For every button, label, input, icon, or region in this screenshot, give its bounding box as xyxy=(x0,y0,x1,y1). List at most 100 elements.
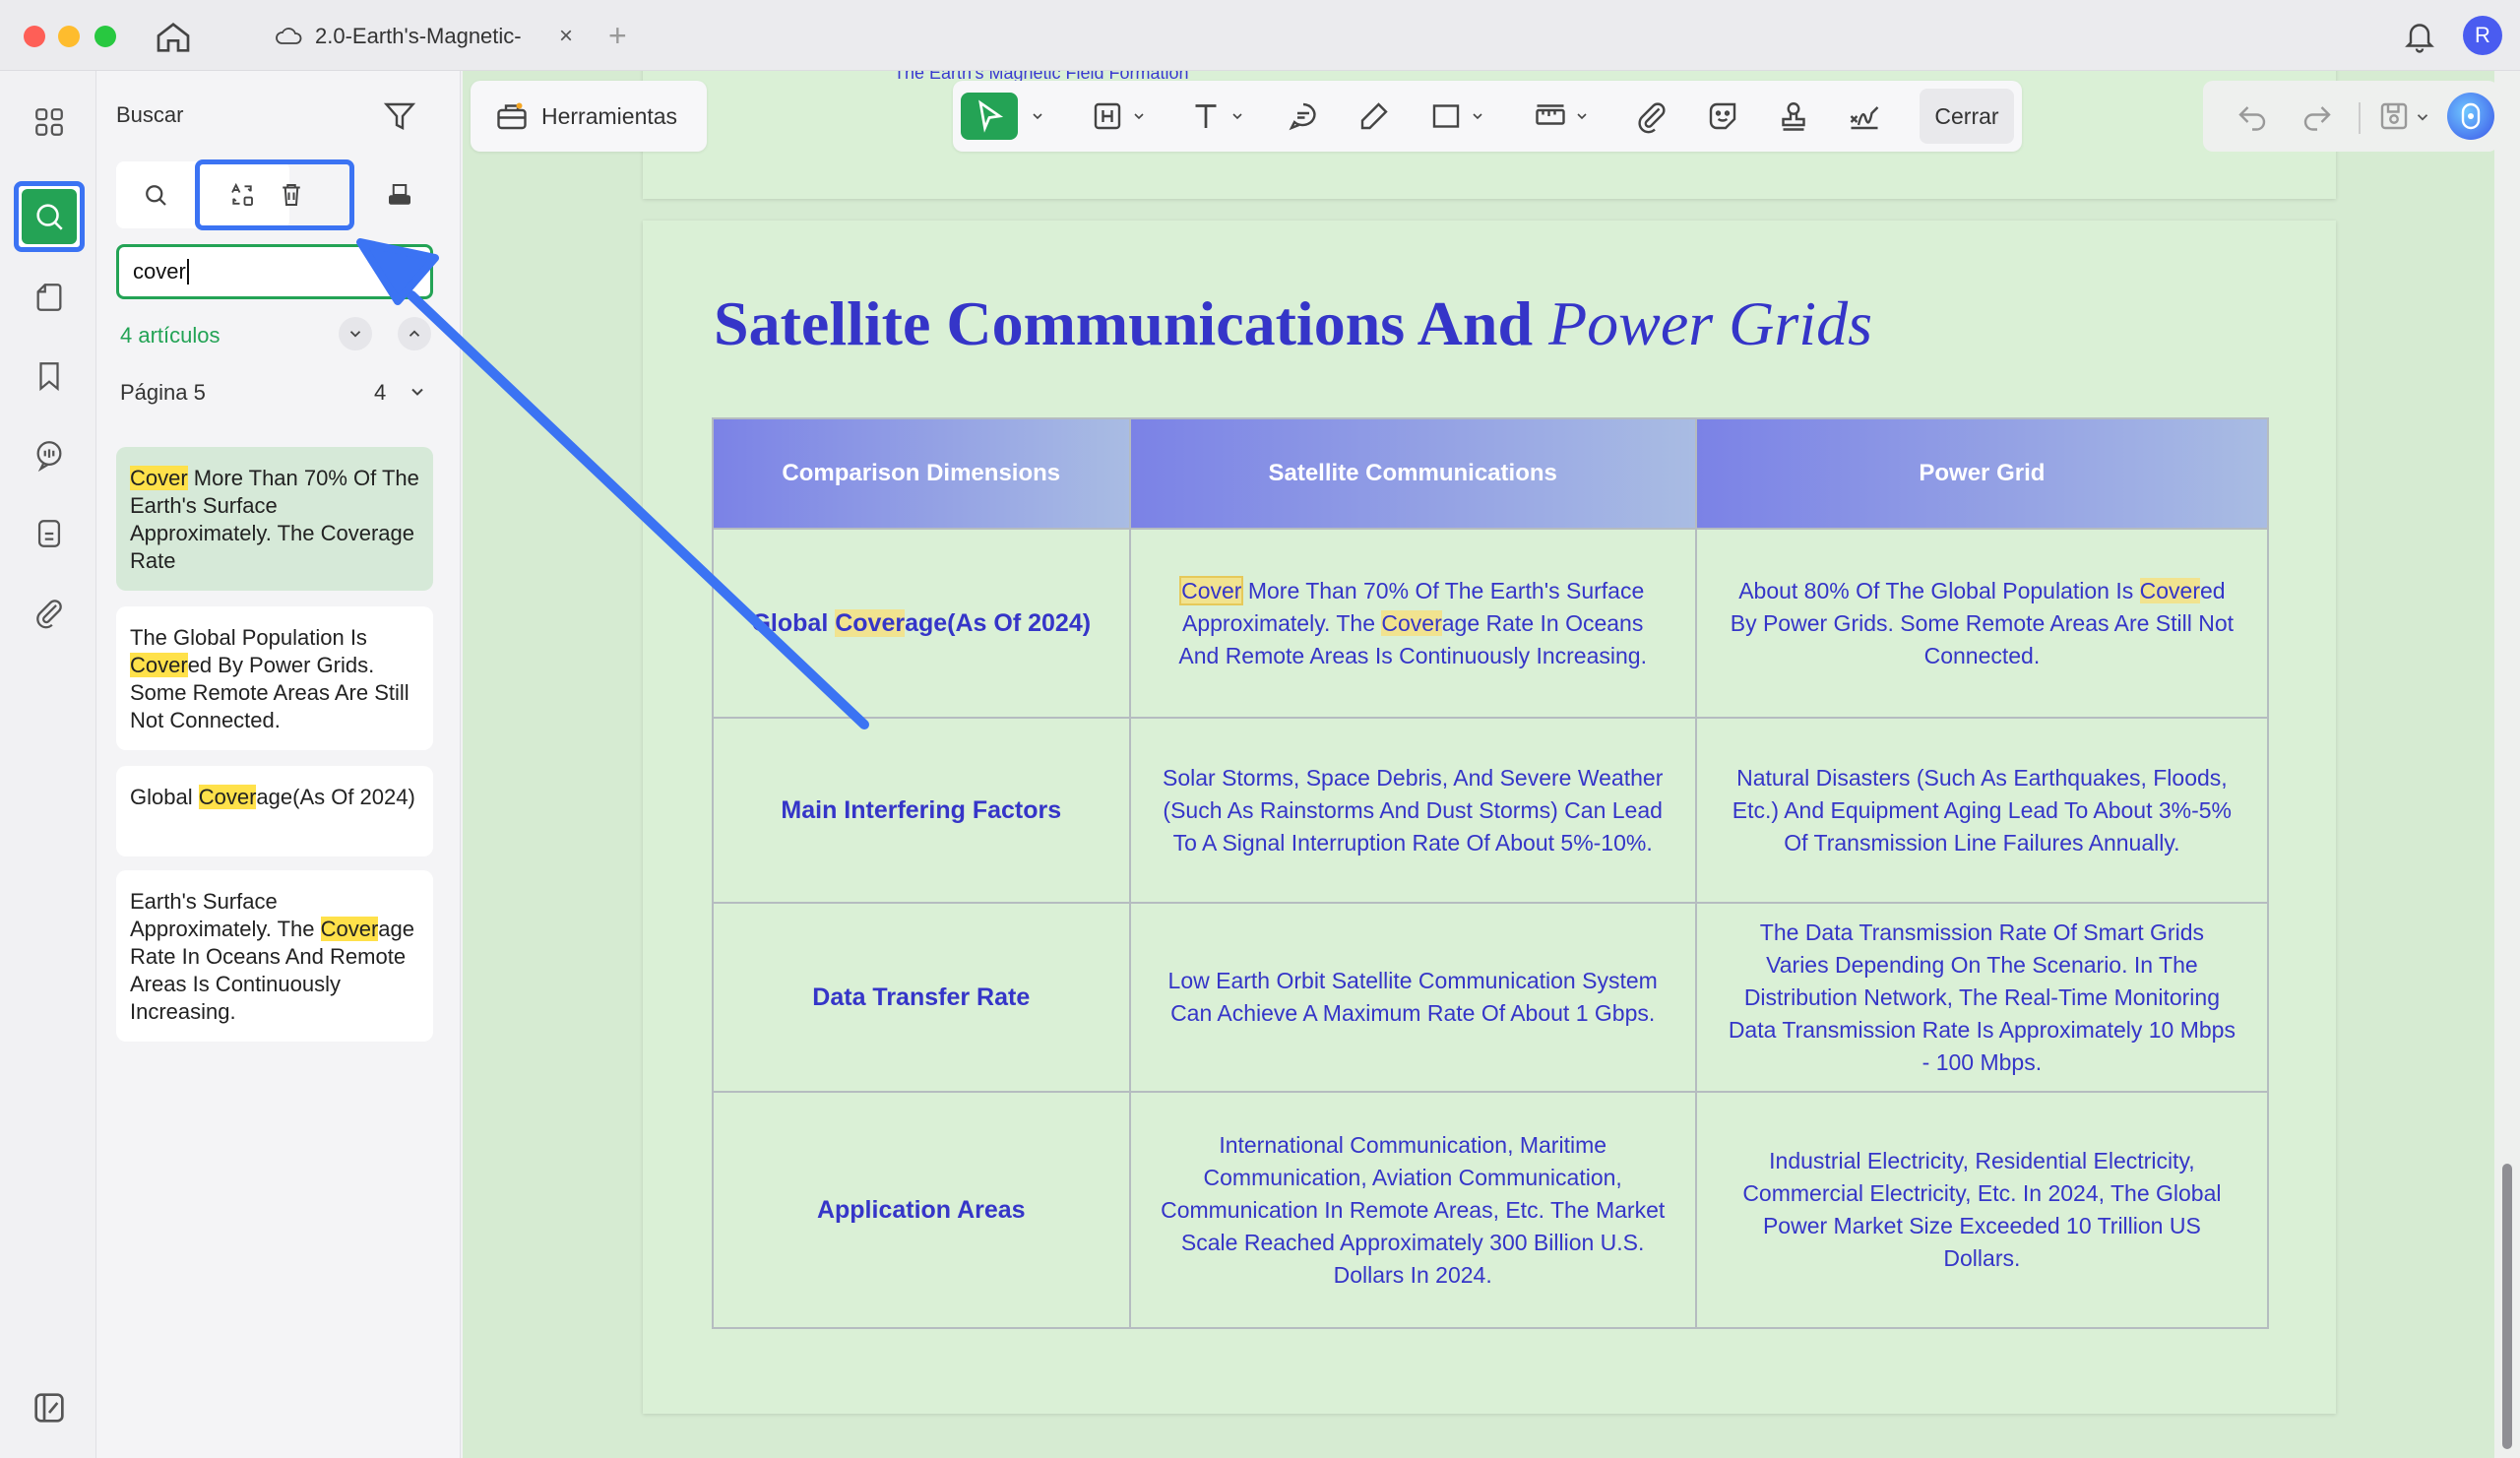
shape-tool-button[interactable] xyxy=(1421,93,1492,140)
document-icon[interactable] xyxy=(22,506,77,561)
paperclip-icon[interactable] xyxy=(22,585,77,640)
home-icon[interactable] xyxy=(154,18,193,57)
history-toolbar xyxy=(2203,81,2498,152)
vertical-scrollbar[interactable] xyxy=(2494,71,2520,1458)
table-cell: Application Areas xyxy=(712,1091,1131,1329)
previous-result-button[interactable] xyxy=(398,317,431,350)
pencil-icon xyxy=(1360,102,1388,130)
chevron-down-icon[interactable] xyxy=(408,382,427,402)
table-cell: About 80% Of The Global Population Is Co… xyxy=(1694,528,2270,719)
comparison-table: Comparison Dimensions Satellite Communic… xyxy=(712,417,2270,1329)
comment-icon xyxy=(1289,102,1316,131)
page-title: Satellite Communications And Power Grids xyxy=(714,287,1872,360)
sticker-tool-button[interactable] xyxy=(1699,93,1746,140)
result-match: Cover xyxy=(130,653,188,677)
table-cell: Industrial Electricity, Residential Elec… xyxy=(1694,1091,2270,1329)
cloud-icon xyxy=(276,28,302,44)
cell-match: Cover xyxy=(2139,577,2200,603)
paperclip-icon xyxy=(1638,102,1666,134)
search-result-item[interactable]: The Global Population Is Covered By Powe… xyxy=(116,606,433,750)
search-input[interactable]: cover xyxy=(116,244,433,299)
result-text: age(As Of 2024) xyxy=(256,785,415,809)
bell-icon[interactable] xyxy=(2402,18,2437,53)
save-icon[interactable] xyxy=(2376,98,2412,134)
bookmark-icon[interactable] xyxy=(22,349,77,404)
chevron-down-icon xyxy=(1134,113,1144,120)
title-bar: 2.0-Earth's-Magnetic- × + R xyxy=(0,0,2520,71)
cursor-icon xyxy=(978,99,1004,133)
search-result-item[interactable]: Earth's Surface Approximately. The Cover… xyxy=(116,870,433,1042)
cell-match: Cover xyxy=(835,608,906,637)
highlight-tool-button[interactable] xyxy=(1083,93,1154,140)
stamp-icon xyxy=(1782,102,1805,131)
ai-chat-icon[interactable] xyxy=(22,427,77,482)
table-header-row: Comparison Dimensions Satellite Communic… xyxy=(712,417,2270,530)
window-minimize-button[interactable] xyxy=(58,26,80,47)
table-cell: Natural Disasters (Such As Earthquakes, … xyxy=(1694,717,2270,904)
signature-tool-button[interactable] xyxy=(1839,93,1890,140)
select-tool-button[interactable] xyxy=(961,93,1018,140)
new-tab-button[interactable]: + xyxy=(608,18,627,53)
current-page: Satellite Communications And Power Grids… xyxy=(643,221,2336,1414)
document-viewer[interactable]: The Earth's Magnetic Field Formation Sat… xyxy=(463,71,2494,1458)
table-cell: Cover More Than 70% Of The Earth's Surfa… xyxy=(1128,528,1697,719)
search-panel: Buscar cover 4 artículos Página 5 4 Cove… xyxy=(96,71,461,1458)
search-result-item[interactable]: Global Coverage(As Of 2024) xyxy=(116,766,433,856)
tab-close-icon[interactable]: × xyxy=(559,23,573,50)
sidebar-toggle-icon[interactable] xyxy=(30,1388,69,1427)
search-icon xyxy=(146,185,166,206)
result-page-count: 4 xyxy=(374,380,387,405)
tools-label: Herramientas xyxy=(541,102,678,129)
chevron-down-icon xyxy=(1473,113,1482,120)
chevron-down-icon xyxy=(1577,113,1587,120)
search-rail-button[interactable] xyxy=(14,181,85,252)
redact-mode-button[interactable] xyxy=(364,161,435,228)
table-cell: Main Interfering Factors xyxy=(712,717,1131,904)
left-icon-rail xyxy=(0,71,96,1458)
table-cell: International Communication, Maritime Co… xyxy=(1128,1091,1697,1329)
window-zoom-button[interactable] xyxy=(94,26,116,47)
table-row: Global Coverage(As Of 2024) Cover More T… xyxy=(712,528,2270,719)
window-close-button[interactable] xyxy=(24,26,45,47)
page-icon[interactable] xyxy=(22,270,77,325)
scrollbar-thumb[interactable] xyxy=(2502,1164,2512,1449)
result-text: Global xyxy=(130,785,199,809)
grid-icon[interactable] xyxy=(22,95,77,150)
pencil-tool-button[interactable] xyxy=(1351,93,1398,140)
next-result-button[interactable] xyxy=(339,317,372,350)
undo-icon[interactable] xyxy=(2235,98,2270,134)
attach-tool-button[interactable] xyxy=(1628,93,1675,140)
ai-assistant-icon xyxy=(2461,102,2481,130)
search-mode-button[interactable] xyxy=(120,161,191,228)
table-cell: Solar Storms, Space Debris, And Severe W… xyxy=(1128,717,1697,904)
table-cell: Low Earth Orbit Satellite Communication … xyxy=(1128,902,1697,1093)
tab-title: 2.0-Earth's-Magnetic- xyxy=(315,24,522,48)
document-tab[interactable]: 2.0-Earth's-Magnetic- × xyxy=(258,10,589,63)
toolbox-icon xyxy=(497,102,527,130)
chevron-down-icon[interactable] xyxy=(2414,108,2431,126)
result-match: Cover xyxy=(320,917,379,941)
cell-match: Cover xyxy=(1381,609,1442,636)
search-result-item[interactable]: Cover More Than 70% Of The Earth's Surfa… xyxy=(116,447,433,591)
close-toolbar-button[interactable]: Cerrar xyxy=(1920,89,2014,144)
chevron-down-icon xyxy=(349,331,361,338)
highlighter-icon xyxy=(1094,102,1121,130)
toolbar-divider xyxy=(2359,102,2361,134)
result-page-label: Página 5 xyxy=(120,380,206,405)
stamp-tool-button[interactable] xyxy=(1770,93,1817,140)
title-italic: Power Grids xyxy=(1548,288,1872,358)
result-match: Cover xyxy=(130,466,188,490)
title-bold: Satellite Communications And xyxy=(714,288,1549,358)
text-tool-button[interactable] xyxy=(1181,93,1252,140)
tools-button[interactable]: Herramientas xyxy=(471,81,707,152)
user-avatar[interactable]: R xyxy=(2463,16,2502,55)
cell-text: age(As Of 2024) xyxy=(905,608,1092,637)
redo-icon[interactable] xyxy=(2300,98,2335,134)
ai-assistant-button[interactable] xyxy=(2447,93,2494,140)
chevron-down-icon[interactable] xyxy=(1030,108,1045,124)
table-cell: Data Transfer Rate xyxy=(712,902,1131,1093)
filter-icon[interactable] xyxy=(382,98,417,134)
measure-tool-button[interactable] xyxy=(1522,93,1601,140)
table-header: Satellite Communications xyxy=(1128,417,1697,530)
comment-tool-button[interactable] xyxy=(1280,93,1327,140)
